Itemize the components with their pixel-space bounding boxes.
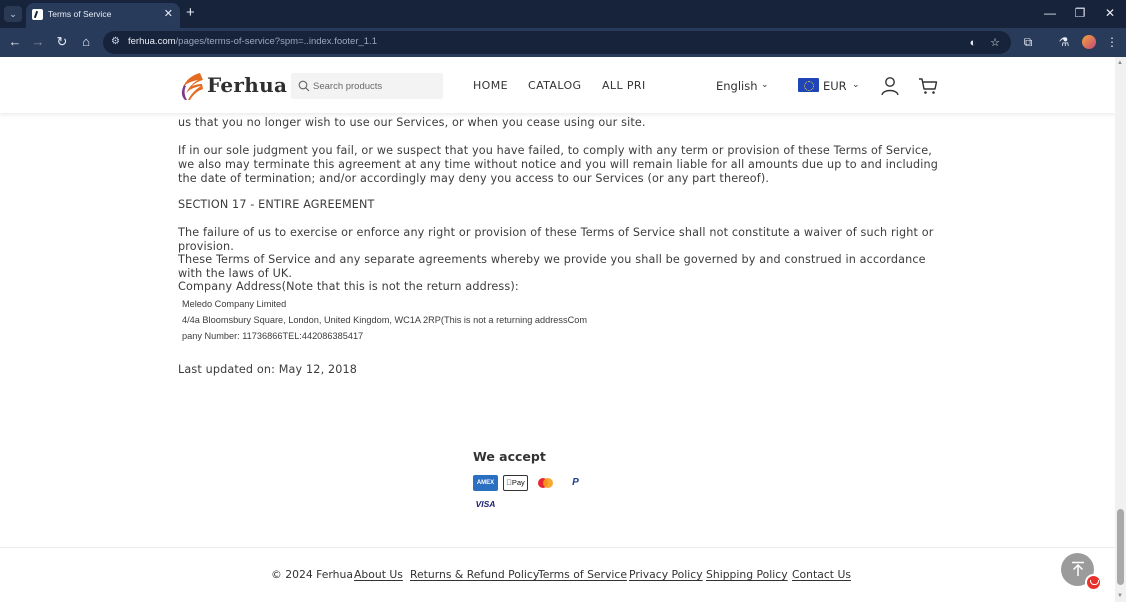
- footer-link-privacy-policy[interactable]: Privacy Policy: [629, 568, 703, 581]
- nav-item-catalog[interactable]: CATALOG: [528, 79, 581, 92]
- scroll-up-icon[interactable]: ▲: [1117, 60, 1123, 66]
- restore-icon[interactable]: ❐: [1067, 4, 1093, 22]
- logo-text: Ferhua: [207, 73, 288, 97]
- minimize-icon[interactable]: —: [1037, 4, 1063, 22]
- address-line: Meledo Company Limited: [182, 299, 287, 309]
- chevron-down-icon[interactable]: ⌄: [761, 79, 769, 90]
- nav-item-all-products[interactable]: ALL PRI: [602, 79, 646, 92]
- paragraph-termination: If in our sole judgment you fail, or we …: [178, 144, 938, 185]
- footer-link-refund-policy[interactable]: Returns & Refund Policy: [410, 568, 539, 581]
- url-host: ferhua.com: [128, 36, 176, 47]
- paragraph-cut: us that you no longer wish to use our Se…: [178, 116, 646, 129]
- search-box[interactable]: [291, 73, 443, 99]
- page-viewport: us that you no longer wish to use our Se…: [0, 57, 1115, 602]
- browser-toolbar: ← → ↻ ⌂ ⚙ ferhua.com/pages/terms-of-serv…: [0, 28, 1126, 57]
- chat-badge-icon[interactable]: [1085, 574, 1102, 591]
- url-path: /pages/terms-of-service?spm=..index.foot…: [175, 36, 377, 47]
- footer-link-contact-us[interactable]: Contact Us: [792, 568, 851, 581]
- eu-flag-icon[interactable]: [798, 78, 819, 92]
- paragraph-governing-law: These Terms of Service and any separate …: [178, 253, 926, 280]
- favicon-icon: [32, 9, 43, 20]
- site-info-icon[interactable]: ⚙: [111, 36, 123, 48]
- section-heading: SECTION 17 - ENTIRE AGREEMENT: [178, 198, 375, 211]
- address-heading: Company Address(Note that this is not th…: [178, 280, 519, 293]
- close-icon[interactable]: ✕: [164, 7, 173, 21]
- chevron-down-icon[interactable]: ⌄: [852, 79, 860, 90]
- scroll-down-icon[interactable]: ▼: [1117, 593, 1123, 599]
- site-header: Ferhua HOME CATALOG ALL PRI English ⌄ EU…: [0, 57, 1115, 113]
- plus-icon[interactable]: +: [186, 5, 195, 21]
- tab-terms-of-service[interactable]: Terms of Service ✕: [26, 3, 180, 28]
- extensions-icon[interactable]: ⧉: [1019, 33, 1037, 51]
- visa-icon: VISA: [473, 496, 498, 512]
- cart-icon[interactable]: [918, 76, 938, 96]
- apple-pay-label: Pay: [509, 478, 525, 487]
- language-selector[interactable]: English: [716, 79, 758, 93]
- star-icon[interactable]: ☆: [987, 35, 1003, 51]
- footer-link-about-us[interactable]: About Us: [354, 568, 403, 581]
- scrollbar-thumb[interactable]: [1117, 509, 1124, 585]
- footer-link-shipping-policy[interactable]: Shipping Policy: [706, 568, 788, 581]
- nav-item-home[interactable]: HOME: [473, 79, 508, 92]
- address-bar[interactable]: ⚙ ferhua.com/pages/terms-of-service?spm=…: [103, 31, 1011, 54]
- close-window-icon[interactable]: ✕: [1097, 4, 1123, 22]
- address-line: 4/4a Bloomsbury Square, London, United K…: [182, 315, 587, 325]
- reload-icon[interactable]: ↻: [53, 33, 71, 51]
- address-line: pany Number: 11736866TEL:442086385417: [182, 331, 364, 341]
- url-text[interactable]: ferhua.com/pages/terms-of-service?spm=..…: [128, 36, 377, 47]
- search-input[interactable]: [313, 77, 437, 95]
- kebab-menu-icon[interactable]: ⋮: [1103, 33, 1121, 51]
- forward-arrow-icon[interactable]: →: [29, 33, 47, 51]
- arrow-up-icon: [1072, 561, 1084, 576]
- browser-tab-strip: ⌄ Terms of Service ✕ + — ❐ ✕: [0, 0, 1126, 28]
- profile-avatar-icon[interactable]: [1082, 35, 1096, 49]
- paragraph-waiver: The failure of us to exercise or enforce…: [178, 226, 934, 253]
- mastercard-icon: [533, 475, 558, 491]
- apple-pay-icon: Pay: [503, 475, 528, 491]
- amex-icon: AMEX: [473, 475, 498, 491]
- copyright-text: © 2024 Ferhua: [271, 568, 353, 581]
- tab-title: Terms of Service: [48, 9, 112, 19]
- paypal-icon: P: [563, 475, 588, 491]
- page-scrollbar[interactable]: ▲ ▼: [1115, 57, 1126, 602]
- logo-bird-icon: [181, 73, 203, 100]
- search-icon: [298, 80, 310, 92]
- last-updated: Last updated on: May 12, 2018: [178, 363, 358, 376]
- currency-selector[interactable]: EUR: [823, 79, 847, 93]
- back-arrow-icon[interactable]: ←: [6, 33, 24, 51]
- tab-search-icon[interactable]: ⌄: [4, 6, 22, 22]
- footer-divider: [0, 547, 1115, 548]
- home-icon[interactable]: ⌂: [77, 33, 95, 51]
- account-icon[interactable]: [880, 76, 900, 96]
- we-accept-heading: We accept: [473, 449, 546, 464]
- lab-icon[interactable]: ⚗: [1055, 33, 1073, 51]
- footer-link-terms-of-service[interactable]: Terms of Service: [538, 568, 627, 581]
- eye-off-icon[interactable]: ◐: [965, 35, 981, 51]
